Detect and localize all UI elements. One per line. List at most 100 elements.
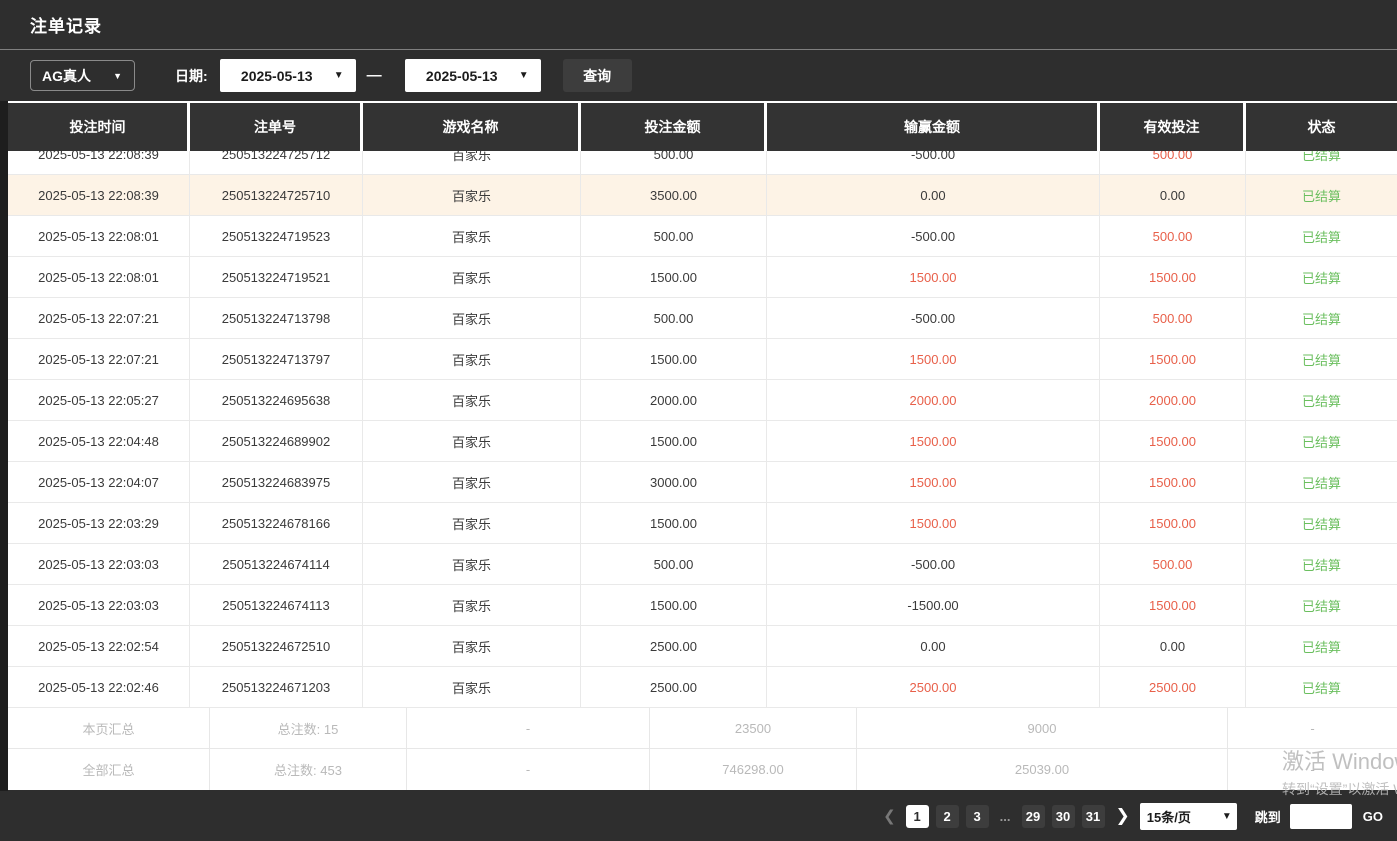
date-from-select[interactable]: 2025-05-13 ▼ — [220, 59, 356, 92]
page-button-3[interactable]: 3 — [966, 805, 989, 828]
cell-status: 已结算 — [1246, 216, 1397, 256]
page-buttons: 123...293031 — [906, 805, 1112, 828]
cell-game-name: 百家乐 — [363, 257, 581, 297]
table-row[interactable]: 2025-05-13 22:04:07 250513224683975 百家乐 … — [8, 462, 1397, 503]
cell-win-loss: -500.00 — [767, 544, 1100, 584]
page-button-29[interactable]: 29 — [1022, 805, 1045, 828]
cell-status: 已结算 — [1246, 151, 1397, 174]
table-row[interactable]: 2025-05-13 22:02:46 250513224671203 百家乐 … — [8, 667, 1397, 708]
cell-game-name: 百家乐 — [363, 585, 581, 625]
cell-valid-bet: 1500.00 — [1100, 257, 1246, 297]
query-button[interactable]: 查询 — [563, 59, 632, 92]
table-row[interactable]: 2025-05-13 22:07:21 250513224713797 百家乐 … — [8, 339, 1397, 380]
game-type-value: AG真人 — [42, 66, 91, 86]
cell-win-loss: 1500.00 — [767, 257, 1100, 297]
cell-bet-amount: 2500.00 — [581, 626, 767, 666]
column-header: 有效投注 — [1100, 103, 1246, 151]
table-row[interactable]: 2025-05-13 22:05:27 250513224695638 百家乐 … — [8, 380, 1397, 421]
cell-bet-amount: 3000.00 — [581, 462, 767, 502]
cell-game-name: 百家乐 — [363, 667, 581, 707]
table-row[interactable]: 2025-05-13 22:08:01 250513224719523 百家乐 … — [8, 216, 1397, 257]
table-row[interactable]: 2025-05-13 22:04:48 250513224689902 百家乐 … — [8, 421, 1397, 462]
cell-bet-time: 2025-05-13 22:08:01 — [8, 257, 190, 297]
summary-cell: - — [407, 749, 650, 790]
cell-valid-bet: 2500.00 — [1100, 667, 1246, 707]
jump-to-input[interactable] — [1290, 804, 1352, 829]
cell-order-no: 250513224683975 — [190, 462, 363, 502]
cell-valid-bet: 500.00 — [1100, 151, 1246, 174]
game-type-select[interactable]: AG真人 ▼ — [30, 60, 135, 91]
cell-status: 已结算 — [1246, 626, 1397, 666]
cell-game-name: 百家乐 — [363, 503, 581, 543]
table-body[interactable]: 2025-05-13 22:08:39 250513224725712 百家乐 … — [8, 151, 1397, 708]
summary-total-count: 总注数: 15 — [210, 708, 407, 748]
cell-valid-bet: 1500.00 — [1100, 421, 1246, 461]
jump-to-label: 跳到 — [1255, 807, 1281, 826]
cell-game-name: 百家乐 — [363, 421, 581, 461]
page-button-31[interactable]: 31 — [1082, 805, 1105, 828]
cell-status: 已结算 — [1246, 667, 1397, 707]
date-from-value: 2025-05-13 — [220, 68, 334, 84]
summary-row: 本页汇总 总注数: 15 - 23500 9000 - — [8, 708, 1397, 749]
cell-order-no: 250513224672510 — [190, 626, 363, 666]
cell-game-name: 百家乐 — [363, 298, 581, 338]
table-row[interactable]: 2025-05-13 22:07:21 250513224713798 百家乐 … — [8, 298, 1397, 339]
table-row[interactable]: 2025-05-13 22:02:54 250513224672510 百家乐 … — [8, 626, 1397, 667]
column-header: 投注时间 — [8, 103, 190, 151]
table-row[interactable]: 2025-05-13 22:03:03 250513224674114 百家乐 … — [8, 544, 1397, 585]
cell-valid-bet: 500.00 — [1100, 544, 1246, 584]
cell-status: 已结算 — [1246, 544, 1397, 584]
page-button-30[interactable]: 30 — [1052, 805, 1075, 828]
cell-game-name: 百家乐 — [363, 380, 581, 420]
cell-bet-amount: 500.00 — [581, 544, 767, 584]
cell-valid-bet: 1500.00 — [1100, 339, 1246, 379]
cell-win-loss: 1500.00 — [767, 462, 1100, 502]
cell-order-no: 250513224719523 — [190, 216, 363, 256]
page-button-2[interactable]: 2 — [936, 805, 959, 828]
title-bar: 注单记录 — [0, 0, 1397, 50]
table-row[interactable]: 2025-05-13 22:08:39 250513224725710 百家乐 … — [8, 175, 1397, 216]
cell-win-loss: 0.00 — [767, 175, 1100, 215]
cell-win-loss: -500.00 — [767, 151, 1100, 174]
cell-order-no: 250513224713798 — [190, 298, 363, 338]
cell-bet-time: 2025-05-13 22:03:29 — [8, 503, 190, 543]
cell-order-no: 250513224719521 — [190, 257, 363, 297]
go-button[interactable]: GO — [1363, 809, 1383, 824]
page-size-select[interactable]: 15条/页 ▼ — [1140, 803, 1237, 830]
cell-order-no: 250513224713797 — [190, 339, 363, 379]
cell-status: 已结算 — [1246, 421, 1397, 461]
cell-valid-bet: 500.00 — [1100, 216, 1246, 256]
cell-valid-bet: 1500.00 — [1100, 585, 1246, 625]
column-header: 状态 — [1246, 103, 1397, 151]
cell-bet-time: 2025-05-13 22:08:39 — [8, 151, 190, 174]
pagination: ❮ 123...293031 ❯ 15条/页 ▼ 跳到 GO — [883, 803, 1387, 830]
cell-status: 已结算 — [1246, 380, 1397, 420]
cell-bet-amount: 500.00 — [581, 298, 767, 338]
cell-game-name: 百家乐 — [363, 462, 581, 502]
cell-order-no: 250513224671203 — [190, 667, 363, 707]
cell-bet-amount: 1500.00 — [581, 257, 767, 297]
cell-bet-time: 2025-05-13 22:03:03 — [8, 544, 190, 584]
prev-page-icon[interactable]: ❮ — [883, 807, 896, 825]
table-row[interactable]: 2025-05-13 22:08:01 250513224719521 百家乐 … — [8, 257, 1397, 298]
cell-status: 已结算 — [1246, 339, 1397, 379]
cell-win-loss: -1500.00 — [767, 585, 1100, 625]
cell-game-name: 百家乐 — [363, 151, 581, 174]
table-row[interactable]: 2025-05-13 22:03:03 250513224674113 百家乐 … — [8, 585, 1397, 626]
date-to-select[interactable]: 2025-05-13 ▼ — [405, 59, 541, 92]
summary-cell: - — [407, 708, 650, 748]
bet-records-page: 注单记录 AG真人 ▼ 日期: 2025-05-13 ▼ — 2025-05-1… — [0, 0, 1397, 841]
summary-winloss-total: 25039.00 — [857, 749, 1228, 790]
cell-valid-bet: 0.00 — [1100, 175, 1246, 215]
summary-section: 本页汇总 总注数: 15 - 23500 9000 - 全部汇总 总注数: 45… — [8, 708, 1397, 790]
table-row[interactable]: 2025-05-13 22:08:39 250513224725712 百家乐 … — [8, 151, 1397, 175]
cell-status: 已结算 — [1246, 175, 1397, 215]
cell-bet-amount: 500.00 — [581, 151, 767, 174]
cell-status: 已结算 — [1246, 503, 1397, 543]
cell-win-loss: 2000.00 — [767, 380, 1100, 420]
table-row[interactable]: 2025-05-13 22:03:29 250513224678166 百家乐 … — [8, 503, 1397, 544]
cell-bet-amount: 500.00 — [581, 216, 767, 256]
next-page-icon[interactable]: ❯ — [1116, 806, 1130, 826]
page-button-1[interactable]: 1 — [906, 805, 929, 828]
date-range-dash: — — [367, 67, 382, 84]
